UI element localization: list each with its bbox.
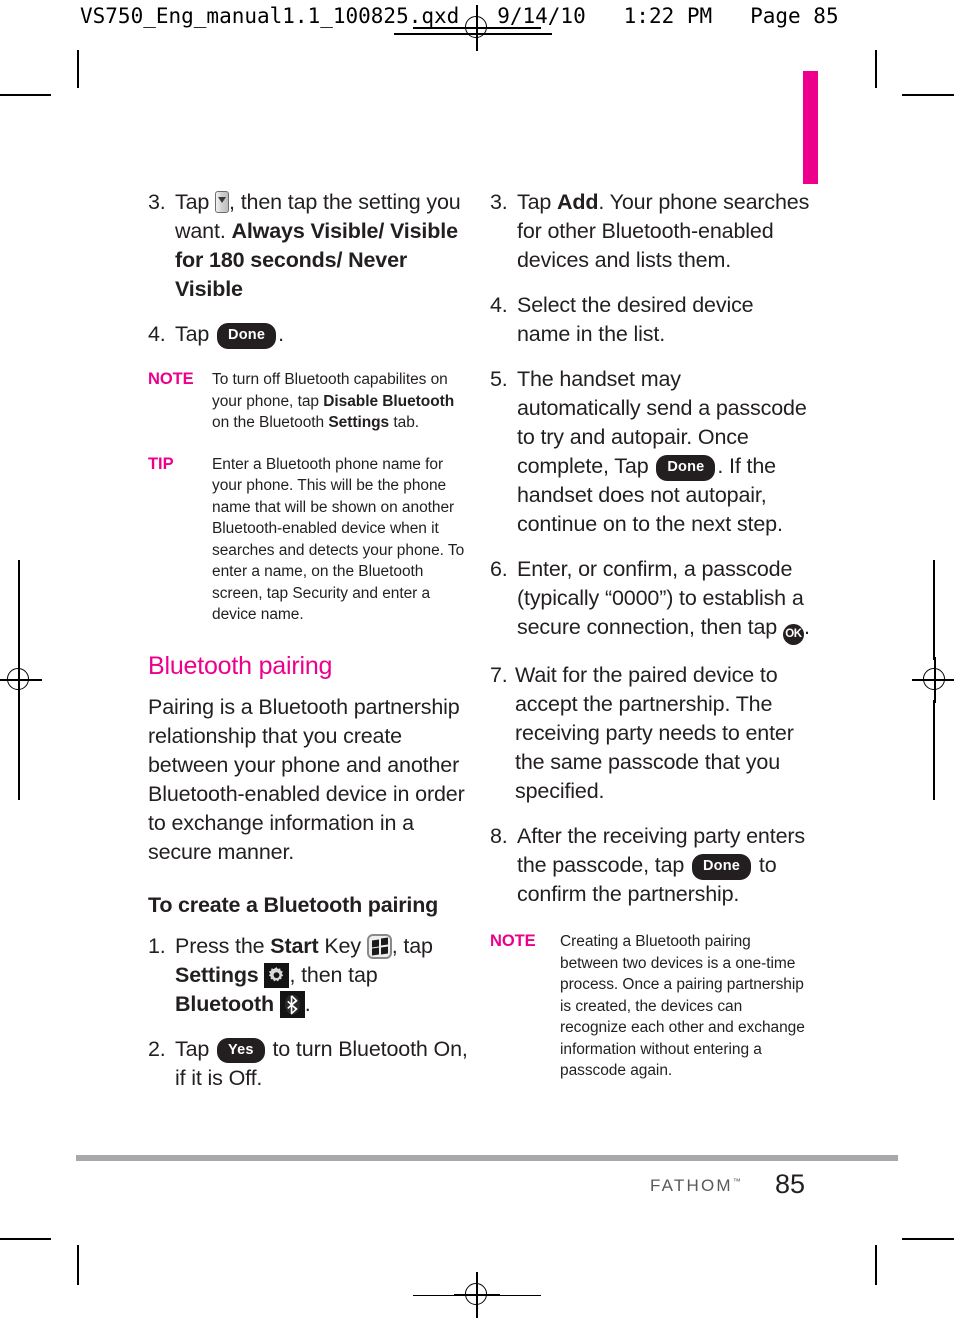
- step-text-1: Tap: [175, 1036, 216, 1061]
- registration-mark-left: [0, 657, 42, 703]
- step-3-left: 3. Tap , then tap the setting you want. A…: [148, 188, 468, 304]
- slug-underline: [394, 33, 552, 35]
- subheading-create-pairing: To create a Bluetooth pairing: [148, 892, 439, 917]
- yes-button[interactable]: Yes: [217, 1037, 265, 1063]
- crop-mark-right-edge-vertical: [933, 560, 935, 660]
- right-step-8: 8. After the receiving party enters the p…: [490, 822, 810, 909]
- tip-body: Enter a Bluetooth phone name for your ph…: [212, 455, 465, 624]
- note-bold-1: Disable Bluetooth: [323, 392, 455, 410]
- step-text-1: Tap: [517, 190, 558, 214]
- done-button[interactable]: Done: [217, 323, 277, 349]
- crop-mark-top-right-horizontal: [902, 94, 954, 96]
- gear-icon[interactable]: [264, 962, 290, 988]
- step-text-1: Enter, or confirm, a passcode (typically…: [517, 557, 804, 639]
- section-heading-bluetooth-pairing: Bluetooth pairing: [148, 651, 333, 680]
- right-step-6: 6. Enter, or confirm, a passcode (typical…: [490, 555, 810, 645]
- crop-mark-bottom-right-horizontal: [902, 1238, 954, 1240]
- ok-button-icon[interactable]: OK: [782, 624, 804, 645]
- crop-mark-top-left-vertical: [77, 50, 79, 88]
- right-step-7: 7. Wait for the paired device to accept t…: [490, 661, 810, 806]
- left-column: 3. Tap , then tap the setting you want. A…: [148, 188, 468, 1109]
- pairing-step-2: 2. Tap Yes to turn Bluetooth On, if it is…: [148, 1035, 468, 1093]
- note-label: NOTE: [490, 932, 536, 950]
- trademark-symbol: ™: [732, 1177, 741, 1186]
- windows-start-icon[interactable]: [366, 933, 392, 959]
- dropdown-icon[interactable]: [215, 191, 230, 213]
- note-text-2: on the Bluetooth: [212, 414, 329, 431]
- bluetooth-icon[interactable]: [279, 990, 305, 1018]
- brand-name: FATHOM: [650, 1176, 733, 1195]
- note-one-time-pairing: NOTE Creating a Bluetooth pairing betwee…: [490, 931, 810, 1082]
- registration-crossbar-bottom: [413, 1294, 541, 1296]
- step-text-tail: .: [278, 322, 284, 346]
- section-paragraph: Pairing is a Bluetooth partnership relat…: [148, 694, 465, 864]
- crop-mark-right-edge-vertical-2: [933, 700, 935, 800]
- registration-mark-right: [912, 657, 954, 703]
- step-text-5: .: [304, 991, 311, 1016]
- manual-page: VS750_Eng_manual1.1_100825.qxd 9/14/10 1…: [0, 0, 954, 1335]
- right-step-5: 5. The handset may automatically send a p…: [490, 365, 810, 539]
- step-number: 5.: [490, 367, 508, 391]
- note-body: To turn off Bluetooth capabilites on you…: [212, 369, 468, 434]
- pairing-step-1: 1. Press the Start Key , tap Settings , t…: [148, 932, 468, 1019]
- step-number: 4.: [148, 322, 166, 346]
- note-text-3: tab.: [389, 414, 420, 431]
- crop-mark-left-edge-vertical-2: [18, 700, 20, 800]
- step-text-2: .: [803, 615, 810, 639]
- step-number: 7.: [490, 663, 508, 687]
- step-text-1: Press the: [175, 933, 271, 958]
- note-label: NOTE: [148, 370, 194, 388]
- crop-mark-top-left-horizontal: [0, 94, 51, 96]
- footer-rule: [76, 1155, 898, 1161]
- step-number: 4.: [490, 293, 508, 317]
- start-keyword: Start: [270, 933, 319, 958]
- step-number: 3.: [148, 190, 166, 214]
- right-step-4: 4. Select the desired device name in the …: [490, 291, 810, 349]
- step-text: Tap: [175, 322, 210, 346]
- chapter-thumb-tab: [803, 71, 818, 184]
- step-number: 3.: [490, 190, 508, 214]
- bluetooth-keyword: Bluetooth: [175, 991, 274, 1016]
- note-body: Creating a Bluetooth pairing between two…: [560, 933, 805, 1079]
- crop-mark-bottom-right-vertical: [875, 1245, 877, 1285]
- crop-mark-top-right-vertical: [875, 50, 877, 88]
- right-step-3: 3. Tap Add. Your phone searches for other…: [490, 188, 810, 275]
- step-text-3: , tap: [391, 933, 433, 958]
- note-disable-bluetooth: NOTE To turn off Bluetooth capabilites o…: [148, 369, 468, 434]
- page-number: 85: [775, 1169, 806, 1199]
- add-keyword: Add: [557, 190, 599, 214]
- step-4-left: 4. Tap Done.: [148, 320, 468, 349]
- crop-mark-bottom-left-vertical: [77, 1245, 79, 1285]
- tip-bluetooth-phone-name: TIP Enter a Bluetooth phone name for you…: [148, 454, 468, 626]
- settings-keyword: Settings: [175, 962, 259, 987]
- crop-mark-bottom-left-horizontal: [0, 1238, 51, 1240]
- done-button[interactable]: Done: [692, 854, 752, 880]
- step-text-4: , then tap: [289, 962, 378, 987]
- step-number: 6.: [490, 557, 508, 581]
- step-text-1: Select the desired device name in the li…: [517, 293, 754, 346]
- footer-brand-logo: FATHOM™: [650, 1176, 741, 1196]
- tip-label: TIP: [148, 454, 174, 473]
- step-text-1: Wait for the paired device to accept the…: [515, 663, 794, 803]
- step-text-2: Key: [318, 933, 367, 958]
- right-column: 3. Tap Add. Your phone searches for other…: [490, 188, 810, 1092]
- step-number: 8.: [490, 824, 508, 848]
- prepress-slug-line: VS750_Eng_manual1.1_100825.qxd 9/14/10 1…: [80, 4, 839, 28]
- crop-mark-left-edge-vertical: [18, 560, 20, 660]
- step-text: Tap: [175, 190, 210, 214]
- step-number: 2.: [148, 1036, 166, 1061]
- note-bold-2: Settings: [328, 414, 390, 431]
- done-button[interactable]: Done: [656, 455, 716, 481]
- step-number: 1.: [148, 933, 166, 958]
